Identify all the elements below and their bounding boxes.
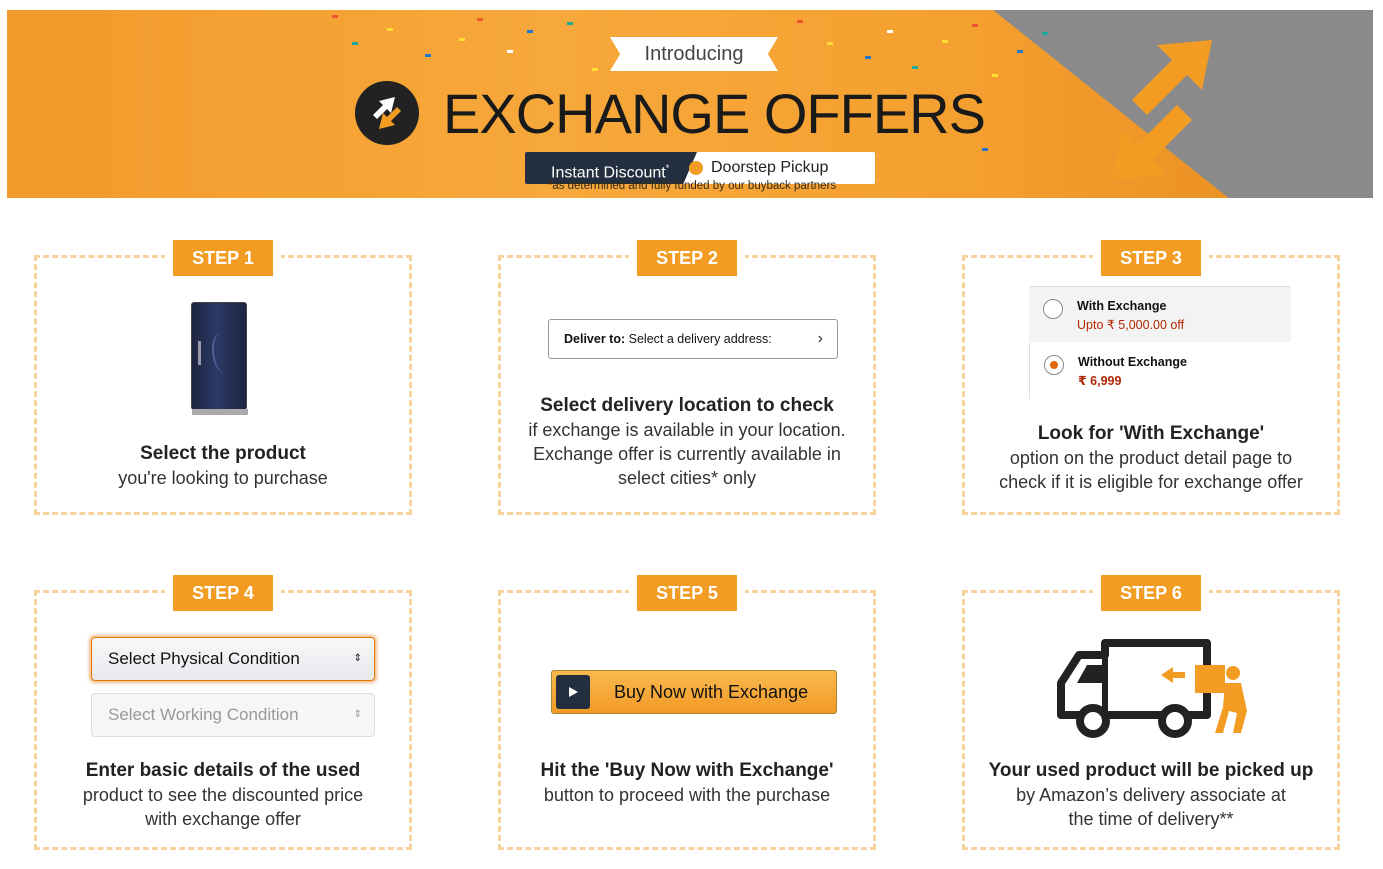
step-tab: STEP 1 <box>173 240 273 276</box>
buy-button-label: Buy Now with Exchange <box>614 682 809 702</box>
step-tab: STEP 5 <box>637 575 737 611</box>
pill-instant-discount-label: Instant Discount <box>551 164 666 182</box>
step-card-4: STEP 4 Select Physical Condition ⇕ Selec… <box>34 575 412 850</box>
confetti <box>912 66 918 69</box>
exchange-offers-banner: Introducing EXCHANGE OFFERS Instant Disc… <box>7 10 1373 198</box>
step-card-5: STEP 5 Buy Now with Exchange Hit the 'Bu… <box>498 575 876 850</box>
confetti <box>425 54 431 57</box>
confetti <box>592 68 598 71</box>
banner-disclaimer: *as determined and fully funded by our b… <box>7 180 1373 192</box>
option-price: ₹ 6,999 <box>1078 374 1122 388</box>
option-title: With Exchange <box>1077 299 1167 313</box>
step-line: check if it is eligible for exchange off… <box>999 472 1303 492</box>
fridge-handle <box>198 341 201 365</box>
step-line: by Amazon’s delivery associate at <box>1016 785 1286 805</box>
step-tab: STEP 6 <box>1101 575 1201 611</box>
step-heading: Hit the 'Buy Now with Exchange' <box>540 760 834 781</box>
confetti <box>827 42 833 45</box>
step-card-1: STEP 1 Select the product you're looking… <box>34 240 412 515</box>
step-heading: Your used product will be picked up <box>988 760 1314 781</box>
step-line: product to see the discounted price <box>82 785 364 805</box>
confetti <box>865 56 871 59</box>
option-title: Without Exchange <box>1078 355 1187 369</box>
step-card-3: STEP 3 With Exchange Upto ₹ 5,000.00 off… <box>962 240 1340 515</box>
banner-exchange-arrows-icon <box>1112 40 1212 180</box>
confetti <box>992 74 998 77</box>
step-card-6: STEP 6 Your used product will be picked … <box>962 575 1340 850</box>
step-line: option on the product detail page to <box>1009 448 1293 468</box>
confetti <box>887 30 893 33</box>
pill-dot <box>689 161 703 175</box>
pill-footnote-mark: * <box>665 163 670 173</box>
exchange-options-panel: With Exchange Upto ₹ 5,000.00 off Withou… <box>1029 286 1291 404</box>
option-with-exchange[interactable]: With Exchange Upto ₹ 5,000.00 off <box>1029 286 1291 342</box>
select-arrows-icon: ⇕ <box>353 709 362 720</box>
deliver-to-selector[interactable]: Deliver to: Select a delivery address: › <box>548 319 838 359</box>
step-line: the time of delivery** <box>1068 809 1234 829</box>
confetti <box>352 42 358 45</box>
step-line: if exchange is available in your locatio… <box>528 420 846 440</box>
confetti <box>567 22 573 25</box>
buy-now-with-exchange-button[interactable]: Buy Now with Exchange <box>551 670 837 714</box>
step-card-2: STEP 2 Deliver to: Select a delivery add… <box>498 240 876 515</box>
step-line: Exchange offer is currently available in <box>533 444 841 464</box>
option-without-exchange[interactable]: Without Exchange ₹ 6,999 <box>1029 343 1291 399</box>
fridge-base <box>192 409 248 415</box>
step-description: Your used product will be picked up by A… <box>965 759 1337 831</box>
step-line: button to proceed with the purchase <box>543 785 831 805</box>
confetti <box>387 28 393 31</box>
step-heading: Look for 'With Exchange' <box>1037 423 1265 444</box>
select-arrows-icon: ⇕ <box>353 653 362 664</box>
select-label: Select Working Condition <box>108 705 299 724</box>
disclaimer-text: *as determined and fully funded by our b… <box>547 180 837 192</box>
step-line: with exchange offer <box>145 809 301 829</box>
introducing-ribbon: Introducing <box>610 37 778 71</box>
fridge-leaf-pattern <box>212 333 234 373</box>
step-tab: STEP 3 <box>1101 240 1201 276</box>
deliver-to-label: Deliver to: <box>564 332 626 346</box>
confetti <box>797 20 803 23</box>
step-description: Enter basic details of the used product … <box>37 759 409 831</box>
step-tab: STEP 4 <box>173 575 273 611</box>
confetti <box>972 24 978 27</box>
step-heading: Enter basic details of the used <box>85 760 361 781</box>
radio-with-exchange[interactable] <box>1043 299 1063 319</box>
step-description: Select delivery location to check if exc… <box>501 394 873 490</box>
confetti <box>477 18 483 21</box>
confetti <box>332 15 338 18</box>
chevron-right-icon: › <box>817 330 823 347</box>
option-price: Upto ₹ 5,000.00 off <box>1077 318 1185 332</box>
confetti <box>942 40 948 43</box>
step-line: select cities* only <box>617 468 757 488</box>
confetti <box>982 148 988 151</box>
delivery-truck-icon <box>1057 639 1247 738</box>
step-tab: STEP 2 <box>637 240 737 276</box>
select-label: Select Physical Condition <box>108 649 300 668</box>
confetti <box>1042 32 1048 35</box>
confetti <box>527 30 533 33</box>
working-condition-select[interactable]: Select Working Condition ⇕ <box>91 693 375 737</box>
physical-condition-select[interactable]: Select Physical Condition ⇕ <box>91 637 375 681</box>
step-heading: Select the product <box>140 443 306 464</box>
step-heading: Select delivery location to check <box>540 395 834 416</box>
refrigerator-icon <box>191 302 248 415</box>
step-description: Look for 'With Exchange' option on the p… <box>965 422 1337 494</box>
deliver-to-text: Select a delivery address: <box>628 332 772 346</box>
confetti <box>459 38 465 41</box>
step-description: Select the product you're looking to pur… <box>37 442 409 490</box>
confetti <box>507 50 513 53</box>
exchange-arrows-glyph-icon <box>373 97 401 129</box>
radio-without-exchange[interactable] <box>1044 355 1064 375</box>
step-description: Hit the 'Buy Now with Exchange' button t… <box>501 759 873 807</box>
play-icon <box>556 675 590 709</box>
exchange-arrows-icon <box>355 81 419 145</box>
confetti <box>1017 50 1023 53</box>
play-triangle-icon <box>569 687 578 697</box>
banner-title: EXCHANGE OFFERS <box>443 82 986 145</box>
step-line: you're looking to purchase <box>118 468 328 488</box>
